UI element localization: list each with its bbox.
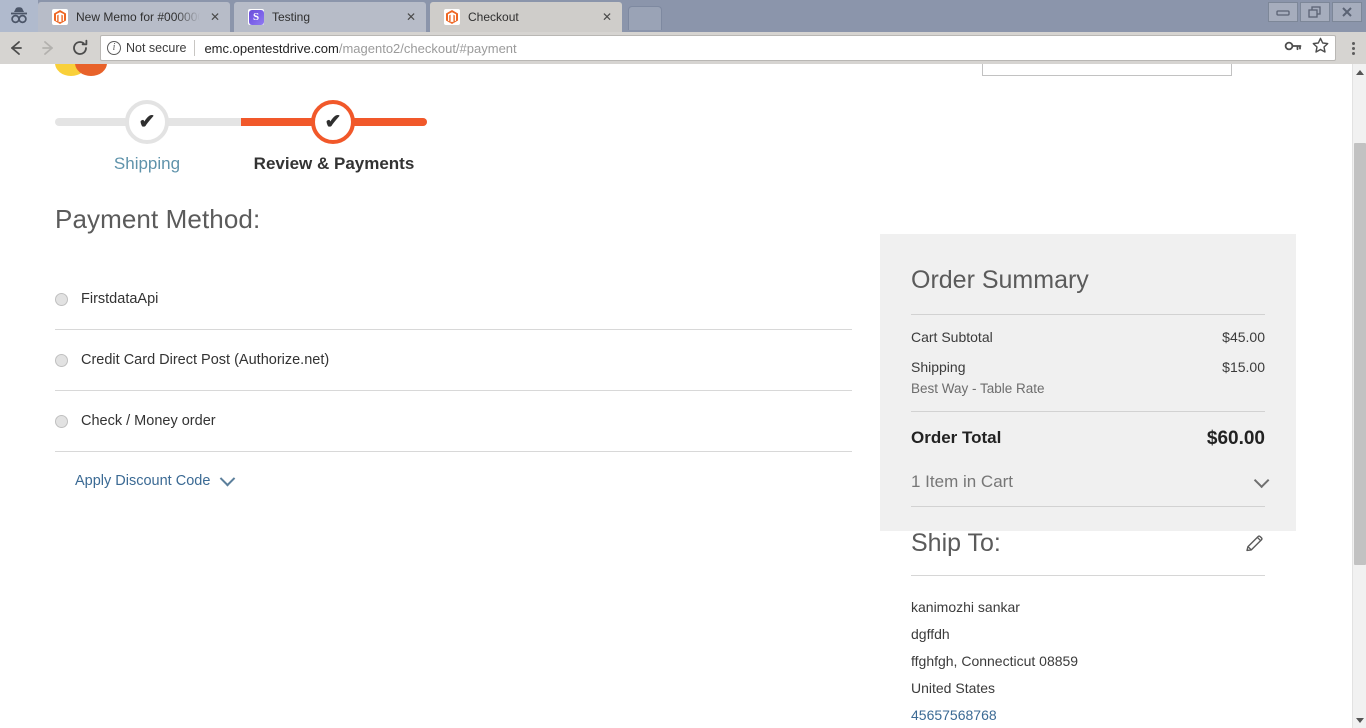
browser-titlebar: New Memo for #000000 ✕ S Testing ✕ bbox=[0, 0, 1366, 32]
summary-label: Shipping bbox=[911, 359, 966, 375]
payment-method-section: Payment Method: FirstdataApi Credit Card… bbox=[55, 204, 852, 510]
check-icon: ✔ bbox=[325, 112, 342, 132]
check-icon: ✔ bbox=[139, 112, 156, 132]
store-logo[interactable] bbox=[55, 64, 117, 76]
three-dots-menu-icon[interactable] bbox=[1340, 32, 1366, 64]
payment-method-option-authorize-net[interactable]: Credit Card Direct Post (Authorize.net) bbox=[55, 330, 852, 391]
address-line-name: kanimozhi sankar bbox=[911, 594, 1265, 621]
shipping-address: kanimozhi sankar dgffdh ffghfgh, Connect… bbox=[911, 576, 1265, 728]
close-button[interactable] bbox=[1332, 2, 1362, 22]
cart-items-toggle[interactable]: 1 Item in Cart bbox=[911, 450, 1265, 507]
payment-method-label: Credit Card Direct Post (Authorize.net) bbox=[81, 352, 329, 368]
summary-value: $15.00 bbox=[1222, 359, 1265, 375]
ship-to-header: Ship To: bbox=[911, 529, 1265, 558]
security-label: Not secure bbox=[126, 41, 186, 55]
address-bar[interactable]: i Not secure emc.opentestdrive.com/magen… bbox=[100, 35, 1336, 61]
radio-button[interactable] bbox=[55, 415, 68, 428]
back-arrow-icon[interactable] bbox=[0, 32, 32, 64]
tab-close-button[interactable]: ✕ bbox=[206, 8, 224, 26]
chevron-down-icon bbox=[220, 470, 236, 486]
address-phone[interactable]: 45657568768 bbox=[911, 702, 1265, 728]
cart-items-label: 1 Item in Cart bbox=[911, 472, 1013, 492]
browser-tab-new-memo[interactable]: New Memo for #000000 ✕ bbox=[38, 2, 230, 32]
address-line-country: United States bbox=[911, 675, 1265, 702]
summary-row-shipping: Shipping Best Way - Table Rate $15.00 bbox=[911, 345, 1265, 396]
incognito-icon bbox=[0, 0, 38, 32]
apply-discount-code-label: Apply Discount Code bbox=[75, 473, 210, 489]
scroll-up-arrow-icon[interactable] bbox=[1353, 64, 1366, 80]
shipping-method-name: Best Way - Table Rate bbox=[911, 381, 1045, 396]
payment-method-label: Check / Money order bbox=[81, 413, 216, 429]
address-line-street: dgffdh bbox=[911, 621, 1265, 648]
ship-to-section: Ship To: kanimozhi sankar dgffdh ffghfgh… bbox=[880, 529, 1296, 728]
browser-window: New Memo for #000000 ✕ S Testing ✕ bbox=[0, 0, 1366, 728]
tabstrip: New Memo for #000000 ✕ S Testing ✕ bbox=[38, 0, 1260, 32]
browser-tab-checkout[interactable]: Checkout ✕ bbox=[430, 2, 622, 32]
browser-toolbar: i Not secure emc.opentestdrive.com/magen… bbox=[0, 32, 1366, 64]
url-path: /magento2/checkout/#payment bbox=[339, 41, 517, 56]
pencil-edit-icon[interactable] bbox=[1243, 533, 1265, 555]
scroll-down-arrow-icon[interactable] bbox=[1353, 712, 1366, 728]
summary-value: $45.00 bbox=[1222, 329, 1265, 345]
page-viewport: ✔ ✔ Shipping Review & Payments Payment M… bbox=[0, 64, 1352, 728]
payment-method-list: FirstdataApi Credit Card Direct Post (Au… bbox=[55, 269, 852, 452]
url-host: emc.opentestdrive.com bbox=[204, 41, 338, 56]
summary-row-cart-subtotal: Cart Subtotal $45.00 bbox=[911, 315, 1265, 345]
ship-to-title: Ship To: bbox=[911, 529, 1001, 558]
payment-method-label: FirstdataApi bbox=[81, 291, 158, 307]
address-line-city-region-zip: ffghfgh, Connecticut 08859 bbox=[911, 648, 1265, 675]
omnibox-actions bbox=[1276, 37, 1329, 59]
progress-step-shipping[interactable]: ✔ bbox=[125, 100, 169, 144]
browser-tab-testing[interactable]: S Testing ✕ bbox=[234, 2, 426, 32]
info-circle-icon: i bbox=[107, 41, 121, 55]
radio-button[interactable] bbox=[55, 293, 68, 306]
order-summary-panel: Order Summary Cart Subtotal $45.00 Shipp… bbox=[880, 234, 1296, 531]
radio-button[interactable] bbox=[55, 354, 68, 367]
tab-close-button[interactable]: ✕ bbox=[402, 8, 420, 26]
tab-title: Checkout bbox=[468, 10, 592, 24]
progress-label-shipping[interactable]: Shipping bbox=[55, 154, 239, 174]
order-total-value: $60.00 bbox=[1207, 428, 1265, 450]
security-status[interactable]: i Not secure bbox=[107, 41, 194, 55]
summary-row-order-total: Order Total $60.00 bbox=[911, 412, 1265, 450]
progress-step-review-payments[interactable]: ✔ bbox=[311, 100, 355, 144]
order-summary-title: Order Summary bbox=[911, 266, 1265, 295]
minimize-button[interactable] bbox=[1268, 2, 1298, 22]
url-text: emc.opentestdrive.com/magento2/checkout/… bbox=[195, 41, 516, 56]
summary-label: Cart Subtotal bbox=[911, 329, 993, 345]
checkout-progress-bar: ✔ ✔ Shipping Review & Payments bbox=[55, 118, 427, 126]
key-icon[interactable] bbox=[1284, 39, 1302, 58]
page-scrollbar[interactable] bbox=[1352, 64, 1366, 728]
magento-icon bbox=[52, 9, 68, 25]
scrollbar-thumb[interactable] bbox=[1354, 143, 1366, 565]
star-icon[interactable] bbox=[1312, 37, 1329, 59]
slack-s-icon: S bbox=[248, 9, 264, 25]
tab-close-button[interactable]: ✕ bbox=[598, 8, 616, 26]
apply-discount-code-toggle[interactable]: Apply Discount Code bbox=[55, 452, 852, 510]
new-tab-button[interactable] bbox=[628, 6, 662, 30]
progress-label-review-payments: Review & Payments bbox=[241, 154, 427, 174]
restore-button[interactable] bbox=[1300, 2, 1330, 22]
order-total-label: Order Total bbox=[911, 428, 1001, 450]
tab-title: Testing bbox=[272, 10, 396, 24]
chevron-down-icon bbox=[1254, 472, 1270, 488]
logo-circle-orange bbox=[75, 64, 107, 76]
tab-title: New Memo for #000000 bbox=[76, 10, 200, 24]
page-title: Payment Method: bbox=[55, 204, 852, 235]
forward-arrow-icon bbox=[32, 32, 64, 64]
window-controls bbox=[1268, 2, 1362, 22]
search-input[interactable] bbox=[982, 64, 1232, 76]
reload-icon[interactable] bbox=[64, 32, 96, 64]
payment-method-option-check-money-order[interactable]: Check / Money order bbox=[55, 391, 852, 452]
payment-method-option-firstdataapi[interactable]: FirstdataApi bbox=[55, 269, 852, 330]
magento-icon bbox=[444, 9, 460, 25]
